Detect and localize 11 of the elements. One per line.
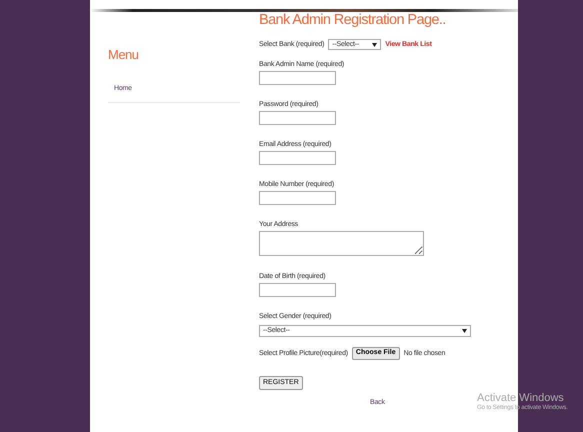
caret-icon bbox=[372, 42, 378, 47]
menu-title: Menu bbox=[108, 47, 139, 63]
address-field[interactable] bbox=[259, 231, 424, 256]
input-field[interactable] bbox=[259, 111, 336, 126]
page-title: Bank Admin Registration Page.. bbox=[259, 12, 446, 30]
input-field[interactable] bbox=[259, 151, 336, 166]
input-field[interactable] bbox=[259, 191, 336, 206]
activation-title: Activate Windows bbox=[477, 392, 565, 404]
input-field[interactable] bbox=[259, 71, 336, 86]
input-field[interactable] bbox=[259, 283, 336, 298]
caret-icon bbox=[462, 329, 467, 334]
